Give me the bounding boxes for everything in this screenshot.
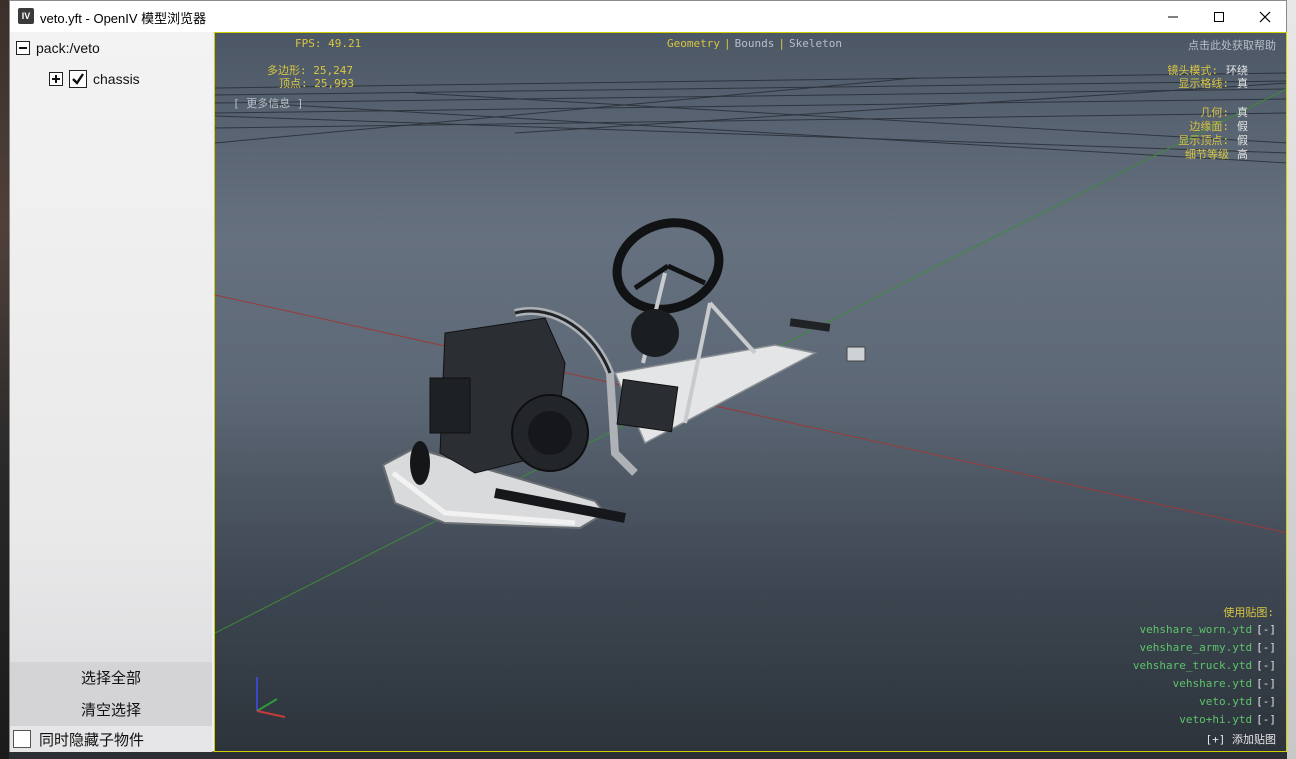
remove-texture-button[interactable]: [-] [1256,713,1276,726]
texture-row: vehshare.ytd [-] [1173,677,1276,690]
remove-texture-button[interactable]: [-] [1256,641,1276,654]
desktop-background-left [0,0,9,759]
model-tree-panel: pack:/veto chassis 选择全部 清空选择 同时隐藏子物件 [10,32,212,752]
remove-texture-button[interactable]: [-] [1256,659,1276,672]
texture-row: vehshare_army.ytd [-] [1140,641,1276,654]
tab-skeleton[interactable]: Skeleton [789,37,842,50]
view-mode-tabs: Geometry | Bounds | Skeleton [667,37,842,50]
remove-texture-button[interactable]: [-] [1256,623,1276,636]
vertex-count: 顶点: 25,993 [279,77,354,90]
show-grid-label: 显示格线: [1178,77,1229,90]
textures-title: 使用贴图: [1223,606,1274,619]
go-kart-model [381,218,866,530]
help-link[interactable]: 点击此处获取帮助 [1188,37,1276,53]
texture-name[interactable]: vehshare_truck.ytd [1133,659,1252,672]
tab-geometry[interactable]: Geometry [667,37,720,50]
remove-texture-button[interactable]: [-] [1256,677,1276,690]
close-icon [1259,11,1271,22]
add-texture-button[interactable]: [+] 添加贴图 [1206,731,1277,747]
texture-row: veto+hi.ytd [-] [1179,713,1276,726]
show-grid-stat[interactable]: 显示格线: 真 [1178,75,1248,91]
minimize-button[interactable] [1150,1,1196,32]
tree-root-row[interactable]: pack:/veto [16,40,100,56]
openiv-model-viewer-window: IV veto.yft - OpenIV 模型浏览器 pack:/veto ch… [9,0,1287,752]
texture-name[interactable]: vehshare.ytd [1173,677,1252,690]
texture-name[interactable]: veto.ytd [1199,695,1252,708]
more-info-link[interactable]: [ 更多信息 ] [233,95,304,111]
texture-row: veto.ytd [-] [1199,695,1276,708]
scene-graphics [215,72,1286,718]
maximize-button[interactable] [1196,1,1242,32]
lod-stat[interactable]: 细节等级高 [1185,146,1248,162]
chassis-checkbox[interactable] [69,70,87,88]
3d-viewport[interactable]: FPS: 49.21 多边形: 25,247 顶点: 25,993 [ 更多信息… [214,32,1287,752]
texture-row: vehshare_worn.ytd [-] [1140,623,1276,636]
window-title: veto.yft - OpenIV 模型浏览器 [40,11,207,26]
axis-gizmo [256,677,286,718]
desktop-background-right [1287,0,1296,759]
openiv-app-icon: IV [18,8,34,24]
show-grid-value: 真 [1237,77,1248,90]
checkmark-icon [72,73,84,85]
remove-texture-button[interactable]: [-] [1256,695,1276,708]
select-all-button[interactable]: 选择全部 [10,664,212,694]
minimize-icon [1168,16,1178,17]
collapse-icon[interactable] [16,41,30,55]
tab-bounds[interactable]: Bounds [735,37,775,50]
texture-name[interactable]: vehshare_worn.ytd [1140,623,1253,636]
close-button[interactable] [1242,1,1288,32]
texture-name[interactable]: vehshare_army.ytd [1140,641,1253,654]
selection-buttons: 选择全部 清空选择 同时隐藏子物件 [10,662,212,752]
texture-name[interactable]: veto+hi.ytd [1179,713,1252,726]
red-axis-line [215,294,1286,534]
fps-readout: FPS: 49.21 [295,37,362,50]
clear-selection-button[interactable]: 清空选择 [10,696,212,726]
maximize-icon [1214,11,1224,22]
hide-children-checkbox[interactable] [13,730,31,748]
hide-children-option[interactable]: 同时隐藏子物件 [10,726,212,752]
tree-root-label: pack:/veto [36,40,100,56]
texture-row: vehshare_truck.ytd [-] [1133,659,1276,672]
expand-icon[interactable] [49,72,63,86]
lod-label: 细节等级 [1185,148,1229,161]
title-bar: IV veto.yft - OpenIV 模型浏览器 [10,1,1286,32]
lod-value: 高 [1237,148,1248,161]
tree-child-row[interactable]: chassis [49,70,140,88]
tree-child-label: chassis [93,71,140,87]
hide-children-label: 同时隐藏子物件 [39,731,145,749]
grid-floor [215,72,1286,164]
